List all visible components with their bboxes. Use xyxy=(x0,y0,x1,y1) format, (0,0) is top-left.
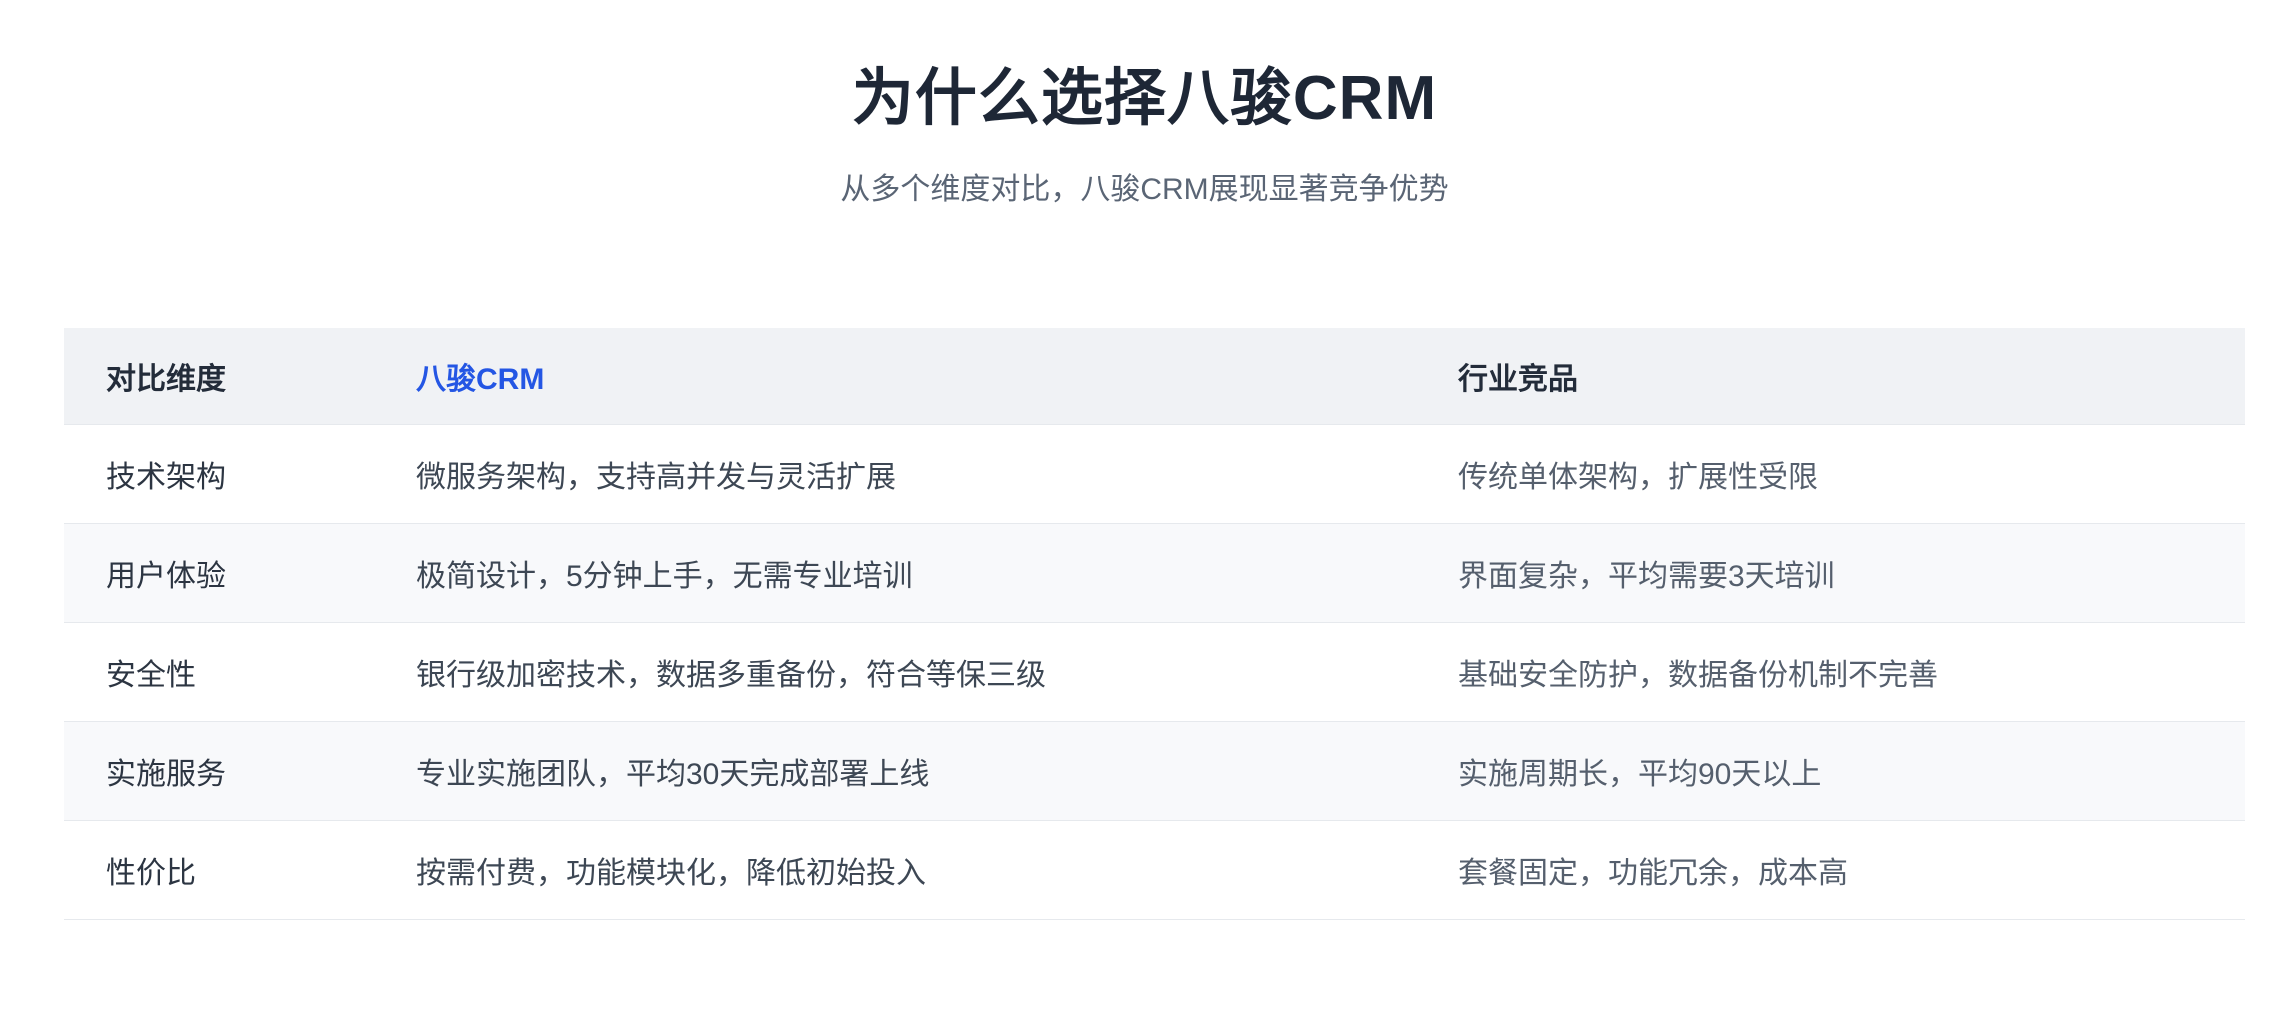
page-subtitle: 从多个维度对比，八骏CRM展现显著竞争优势 xyxy=(0,170,2289,210)
row-dimension-label: 安全性 xyxy=(64,622,374,721)
column-header-competitor: 行业竞品 xyxy=(1416,328,2245,424)
column-header-dimension: 对比维度 xyxy=(64,328,374,424)
competitor-value: 传统单体架构，扩展性受限 xyxy=(1416,424,2245,523)
table-row-security: 安全性 银行级加密技术，数据多重备份，符合等保三级 基础安全防护，数据备份机制不… xyxy=(64,622,2245,721)
bajun-crm-value: 银行级加密技术，数据多重备份，符合等保三级 xyxy=(374,622,1416,721)
comparison-table: 对比维度 八骏CRM 行业竞品 技术架构 微服务架构，支持高并发与灵活扩展 传统… xyxy=(64,328,2245,920)
column-header-bajun-crm: 八骏CRM xyxy=(374,328,1416,424)
comparison-table-container: 对比维度 八骏CRM 行业竞品 技术架构 微服务架构，支持高并发与灵活扩展 传统… xyxy=(64,328,2245,920)
table-row-implementation-service: 实施服务 专业实施团队，平均30天完成部署上线 实施周期长，平均90天以上 xyxy=(64,721,2245,820)
table-row-user-experience: 用户体验 极简设计，5分钟上手，无需专业培训 界面复杂，平均需要3天培训 xyxy=(64,523,2245,622)
competitor-value: 套餐固定，功能冗余，成本高 xyxy=(1416,820,2245,919)
page-title: 为什么选择八骏CRM xyxy=(0,62,2289,136)
row-dimension-label: 实施服务 xyxy=(64,721,374,820)
row-dimension-label: 性价比 xyxy=(64,820,374,919)
table-row-cost-performance: 性价比 按需付费，功能模块化，降低初始投入 套餐固定，功能冗余，成本高 xyxy=(64,820,2245,919)
bajun-crm-value: 按需付费，功能模块化，降低初始投入 xyxy=(374,820,1416,919)
section-header: 为什么选择八骏CRM 从多个维度对比，八骏CRM展现显著竞争优势 xyxy=(0,0,2289,210)
row-dimension-label: 技术架构 xyxy=(64,424,374,523)
bajun-crm-value: 微服务架构，支持高并发与灵活扩展 xyxy=(374,424,1416,523)
competitor-value: 界面复杂，平均需要3天培训 xyxy=(1416,523,2245,622)
bajun-crm-value: 极简设计，5分钟上手，无需专业培训 xyxy=(374,523,1416,622)
table-row-tech-architecture: 技术架构 微服务架构，支持高并发与灵活扩展 传统单体架构，扩展性受限 xyxy=(64,424,2245,523)
bajun-crm-value: 专业实施团队，平均30天完成部署上线 xyxy=(374,721,1416,820)
table-header-row: 对比维度 八骏CRM 行业竞品 xyxy=(64,328,2245,424)
row-dimension-label: 用户体验 xyxy=(64,523,374,622)
competitor-value: 实施周期长，平均90天以上 xyxy=(1416,721,2245,820)
competitor-value: 基础安全防护，数据备份机制不完善 xyxy=(1416,622,2245,721)
